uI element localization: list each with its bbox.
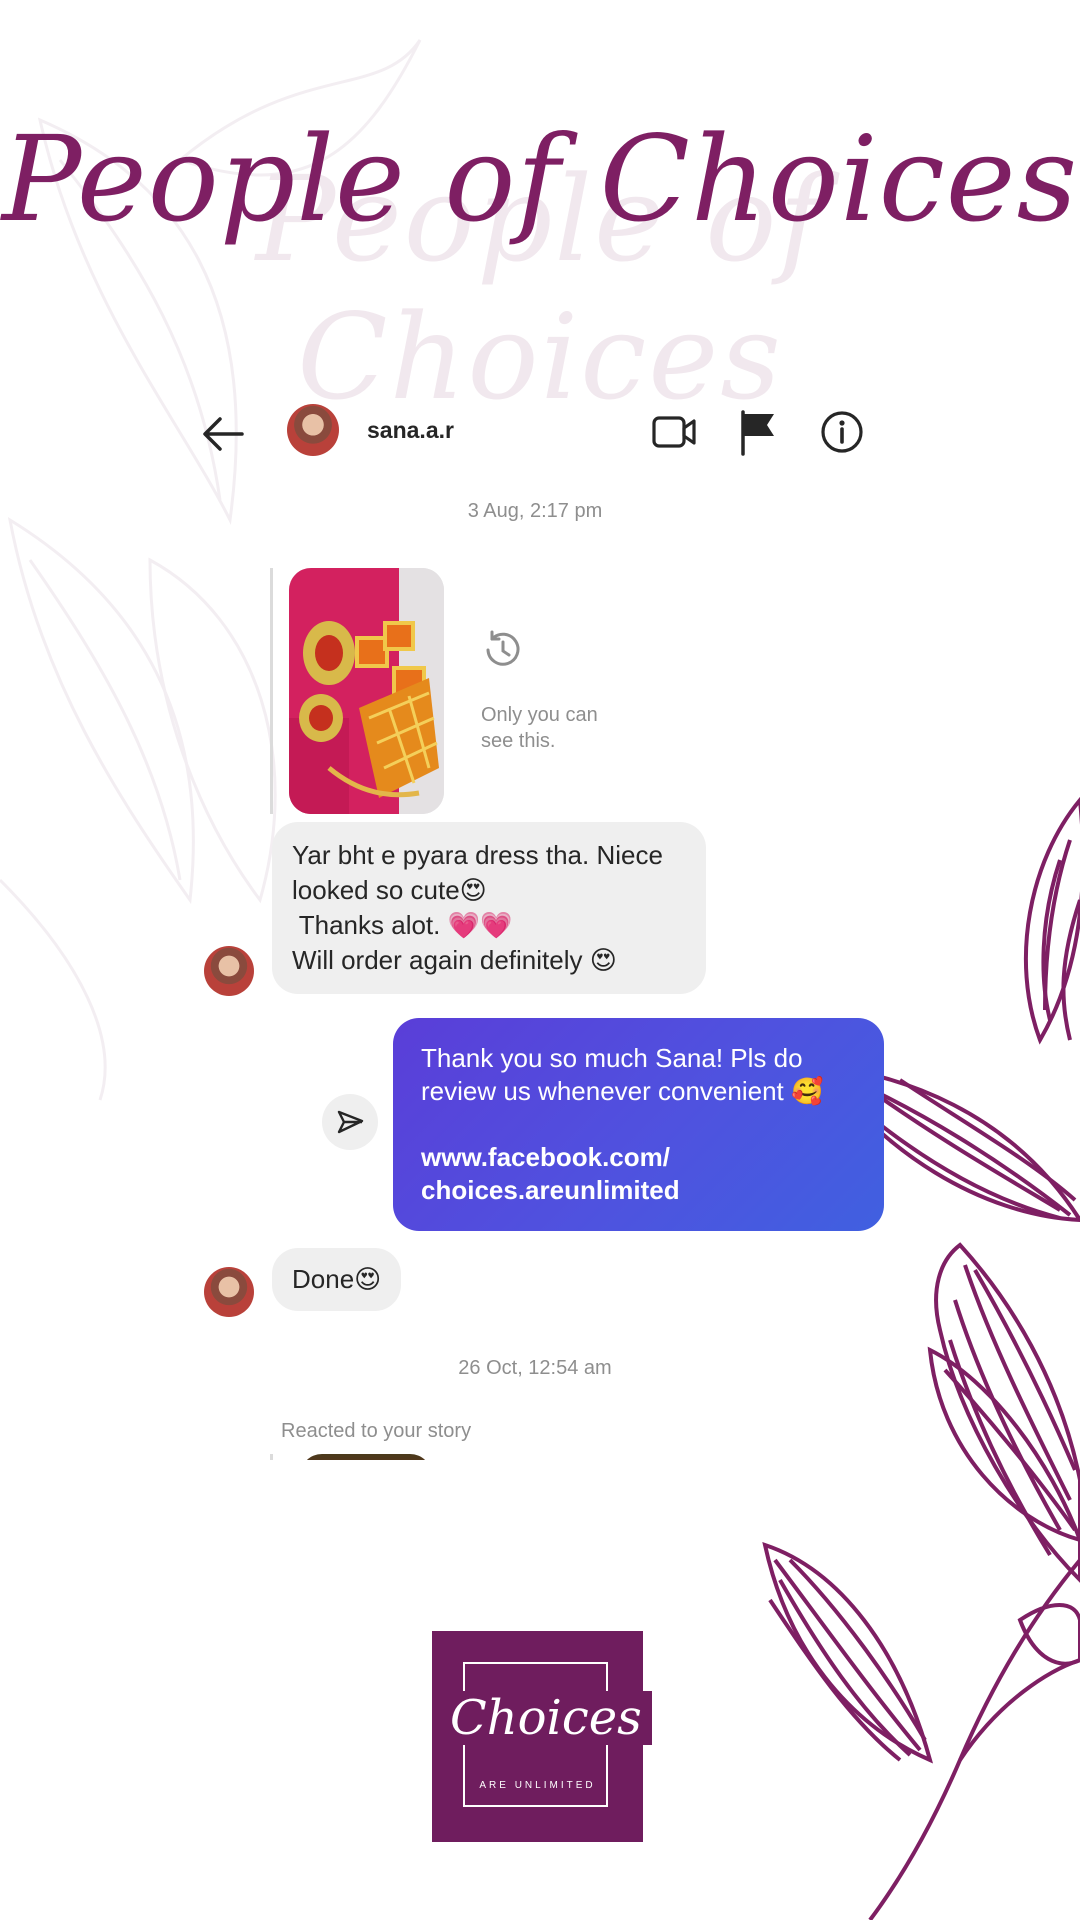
back-button[interactable] <box>198 409 248 459</box>
incoming-message[interactable]: Done😍 <box>272 1248 402 1311</box>
send-icon <box>337 1110 364 1134</box>
message-line: looked so cute😍 <box>292 875 487 905</box>
flag-icon <box>741 410 774 456</box>
link-line: choices.areunlimited <box>421 1175 680 1205</box>
facebook-link[interactable]: www.facebook.com/ choices.areunlimited <box>421 1141 856 1207</box>
history-icon <box>480 628 524 677</box>
message-line: Yar bht e pyara dress tha. Niece <box>292 840 663 870</box>
content-cutoff <box>260 1460 860 1520</box>
video-call-button[interactable] <box>650 408 698 456</box>
logo-tagline: ARE UNLIMITED <box>479 1780 596 1791</box>
share-button[interactable] <box>322 1094 378 1150</box>
outgoing-message[interactable]: Thank you so much Sana! Pls do review us… <box>393 1018 884 1231</box>
report-button[interactable] <box>734 408 782 456</box>
message-line: Thanks alot. 💗💗 <box>292 910 513 940</box>
reply-indicator-line <box>270 568 273 814</box>
avatar[interactable] <box>287 404 339 456</box>
link-line: www.facebook.com/ <box>421 1142 670 1172</box>
message-timestamp: 26 Oct, 12:54 am <box>458 1357 612 1379</box>
chat-username[interactable]: sana.a.r <box>367 417 454 444</box>
message-line: Thank you so much Sana! Pls do <box>421 1043 803 1073</box>
info-button[interactable] <box>818 408 866 456</box>
info-icon <box>821 411 863 453</box>
story-privacy-note: Only you can see this. <box>481 704 598 752</box>
video-call-icon <box>652 416 696 448</box>
page-title: People of Choices <box>1 110 1079 248</box>
sender-avatar[interactable] <box>204 946 254 996</box>
message-line: Will order again definitely 😍 <box>292 945 617 975</box>
brand-logo: Choices ARE UNLIMITED <box>432 1631 652 1842</box>
message-line: review us whenever convenient 🥰 <box>421 1076 824 1106</box>
message-timestamp: 3 Aug, 2:17 pm <box>467 500 603 522</box>
logo-wordmark: Choices <box>448 1691 652 1745</box>
incoming-message[interactable]: Yar bht e pyara dress tha. Niece looked … <box>272 822 706 994</box>
story-thumbnail[interactable] <box>289 568 444 814</box>
story-reaction-label: Reacted to your story <box>281 1420 472 1442</box>
sender-avatar[interactable] <box>204 1267 254 1317</box>
story-image <box>289 568 444 814</box>
arrow-left-icon <box>203 417 244 451</box>
